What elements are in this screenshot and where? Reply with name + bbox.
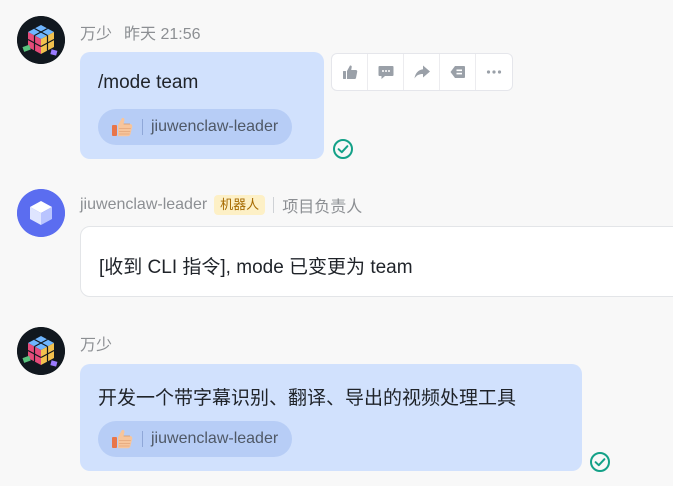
avatar-wanshao[interactable] [17, 327, 65, 375]
read-check-icon [333, 139, 353, 159]
message-3-bubble[interactable]: 开发一个带字幕识别、翻译、导出的视频处理工具 jiuwenclaw-leader [80, 364, 582, 471]
reaction-divider [142, 431, 143, 447]
meta-divider [273, 197, 275, 213]
reaction-pill[interactable]: jiuwenclaw-leader [98, 421, 293, 457]
message-action-toolbar [331, 53, 513, 91]
bot-badge: 机器人 [214, 195, 266, 215]
tag-icon [450, 66, 465, 78]
avatar-bot[interactable] [17, 189, 65, 237]
more-button[interactable] [476, 54, 512, 90]
tag-button[interactable] [440, 54, 476, 90]
comment-icon [378, 66, 393, 79]
message-1-text: /mode team [98, 72, 199, 93]
message-1-meta: 万少 昨天 21:56 [80, 20, 201, 44]
like-button[interactable] [332, 54, 368, 90]
message-2-text: [收到 CLI 指令], mode 已变更为 team [99, 257, 413, 278]
read-check-icon [590, 452, 610, 472]
forward-button[interactable] [404, 54, 440, 90]
message-3-meta: 万少 [80, 331, 112, 355]
message-3-text: 开发一个带字幕识别、翻译、导出的视频处理工具 [98, 388, 517, 409]
sender-role: 项目负责人 [282, 199, 363, 216]
reaction-divider [142, 119, 143, 135]
message-time: 昨天 21:56 [124, 26, 201, 43]
reply-button[interactable] [368, 54, 404, 90]
message-1-bubble[interactable]: /mode team jiuwenclaw-leader [80, 52, 324, 159]
sender-name[interactable]: 万少 [80, 20, 112, 44]
sender-name[interactable]: jiuwenclaw-leader [80, 196, 207, 214]
chat-view: 万少 昨天 21:56 /mode team jiuwenclaw-leader [0, 0, 673, 486]
forward-icon [414, 65, 430, 79]
more-icon [486, 70, 502, 74]
reaction-user: jiuwenclaw-leader [151, 118, 279, 135]
sender-name[interactable]: 万少 [80, 331, 112, 355]
message-2-bubble[interactable]: [收到 CLI 指令], mode 已变更为 team [80, 226, 673, 297]
message-2-meta: jiuwenclaw-leader 机器人 项目负责人 [80, 193, 362, 217]
thumbs-up-icon [342, 65, 357, 79]
cube-icon [17, 189, 65, 237]
reaction-user: jiuwenclaw-leader [151, 430, 279, 447]
thumbs-up-icon [112, 117, 133, 137]
reaction-pill[interactable]: jiuwenclaw-leader [98, 109, 293, 145]
thumbs-up-icon [112, 429, 133, 449]
avatar-wanshao[interactable] [17, 16, 65, 64]
